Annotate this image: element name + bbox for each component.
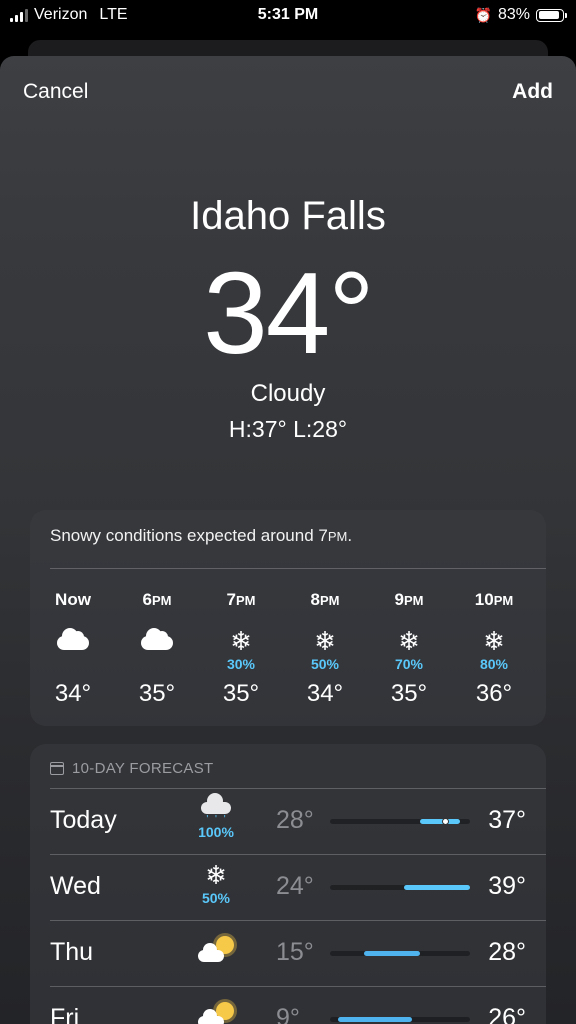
- hour-precip: 70%: [394, 656, 424, 672]
- add-button[interactable]: Add: [512, 80, 553, 104]
- partly-sunny-icon: [190, 934, 242, 964]
- temp-range-fill: [364, 951, 420, 956]
- hour-temp: 35°: [138, 680, 176, 707]
- day-low: 9°: [276, 1004, 300, 1024]
- day-high: 28°: [488, 938, 526, 966]
- temp-range-bar: [330, 818, 470, 825]
- current-condition: Cloudy: [250, 380, 326, 407]
- day-low: 28°: [276, 806, 314, 834]
- divider: [50, 568, 546, 569]
- day-name: Today: [50, 806, 117, 834]
- calendar-icon: [50, 762, 64, 775]
- day-row[interactable]: Fri 9° 26°: [50, 986, 526, 1024]
- alarm-icon: ⏰: [474, 6, 492, 23]
- ten-day-title: 10-DAY FORECAST: [72, 760, 214, 777]
- hourly-forecast-card[interactable]: Snowy conditions expected around 7PM. No…: [30, 510, 546, 726]
- day-icon-group: [190, 992, 242, 1024]
- hour-temp: 36°: [475, 680, 513, 707]
- hour-suffix: PM: [493, 593, 514, 608]
- battery-icon: [536, 8, 567, 22]
- current-temp-dot: [442, 818, 449, 825]
- snowflake-icon: ❄: [230, 626, 252, 656]
- day-low: 24°: [276, 872, 314, 900]
- hour-time: 9: [394, 590, 404, 609]
- snowflake-icon: ❄: [483, 626, 505, 656]
- city-name: Idaho Falls: [190, 194, 386, 238]
- hour-item: 10PM ❄ 80% 36°: [459, 590, 529, 708]
- hour-temp: 34°: [306, 680, 344, 707]
- day-high: 37°: [488, 806, 526, 834]
- hour-item: 6PM 35°: [122, 590, 192, 708]
- temp-range-bar: [330, 885, 470, 890]
- forecast-summary: Snowy conditions expected around 7PM.: [50, 526, 352, 546]
- temp-range-fill: [338, 1017, 412, 1022]
- hour-temp: 35°: [390, 680, 428, 707]
- cloud-icon: [57, 628, 89, 650]
- hour-item: 7PM ❄ 30% 35°: [206, 590, 276, 708]
- day-name: Wed: [50, 872, 101, 900]
- snowflake-icon: ❄: [205, 860, 227, 890]
- snowflake-icon: ❄: [314, 626, 336, 656]
- temp-range-fill: [420, 819, 460, 824]
- status-bar: Verizon LTE 5:31 PM ⏰ 83%: [0, 0, 576, 30]
- status-right: ⏰ 83%: [474, 6, 567, 24]
- day-icon-group: ' ' ' 100%: [190, 793, 242, 840]
- hour-suffix: PM: [319, 593, 340, 608]
- partly-sunny-icon: [190, 1000, 242, 1024]
- hour-suffix: PM: [151, 593, 172, 608]
- day-high: 26°: [488, 1004, 526, 1024]
- hour-precip: [122, 656, 192, 674]
- hour-precip: 80%: [479, 656, 509, 672]
- day-row[interactable]: Today ' ' ' 100% 28° 37°: [50, 788, 526, 854]
- high-low: H:37° L:28°: [228, 416, 348, 442]
- day-high: 39°: [488, 872, 526, 900]
- hour-precip: 50%: [310, 656, 340, 672]
- hour-temp: 35°: [222, 680, 260, 707]
- day-name: Thu: [50, 938, 94, 966]
- day-icon-group: ❄ 50%: [190, 860, 242, 906]
- temp-range-bar: [330, 951, 470, 956]
- temp-range-bar: [330, 1017, 470, 1022]
- day-low: 15°: [276, 938, 314, 966]
- day-row[interactable]: Thu 15° 28°: [50, 920, 526, 986]
- snowflake-icon: ❄: [398, 626, 420, 656]
- hour-suffix: PM: [403, 593, 424, 608]
- summary-suffix: PM: [327, 529, 348, 544]
- hour-precip: 30%: [226, 656, 256, 672]
- hour-time: 8: [310, 590, 320, 609]
- day-precip: 100%: [198, 824, 234, 840]
- hour-time: 7: [226, 590, 236, 609]
- day-icon-group: [190, 926, 242, 964]
- hour-item: 8PM ❄ 50% 34°: [290, 590, 360, 708]
- battery-percent: 83%: [497, 6, 530, 23]
- hour-time: Now: [55, 590, 91, 609]
- hour-temp: 34°: [54, 680, 92, 707]
- hour-suffix: PM: [235, 593, 256, 608]
- day-name: Fri: [50, 1004, 80, 1024]
- hour-precip: [38, 656, 108, 674]
- summary-text: Snowy conditions expected around 7: [50, 526, 328, 545]
- hour-item: 9PM ❄ 70% 35°: [374, 590, 444, 708]
- cancel-button[interactable]: Cancel: [23, 80, 88, 104]
- cloud-snow-rain-icon: ' ' ': [190, 793, 242, 825]
- hour-time: 10: [474, 590, 494, 609]
- temp-range-fill: [404, 885, 470, 890]
- add-location-sheet: Cancel Add Idaho Falls 34° Cloudy H:37° …: [0, 56, 576, 1024]
- summary-end: .: [347, 526, 353, 545]
- cloud-icon: [141, 628, 173, 650]
- day-row[interactable]: Wed ❄ 50% 24° 39°: [50, 854, 526, 920]
- current-temperature: 34°: [203, 248, 374, 378]
- day-precip: 50%: [201, 890, 231, 906]
- hour-item: Now 34°: [38, 590, 108, 708]
- ten-day-header: 10-DAY FORECAST: [50, 760, 213, 777]
- hour-time: 6: [142, 590, 152, 609]
- ten-day-forecast-card[interactable]: 10-DAY FORECAST Today ' ' ' 100% 28° 37°…: [30, 744, 546, 1024]
